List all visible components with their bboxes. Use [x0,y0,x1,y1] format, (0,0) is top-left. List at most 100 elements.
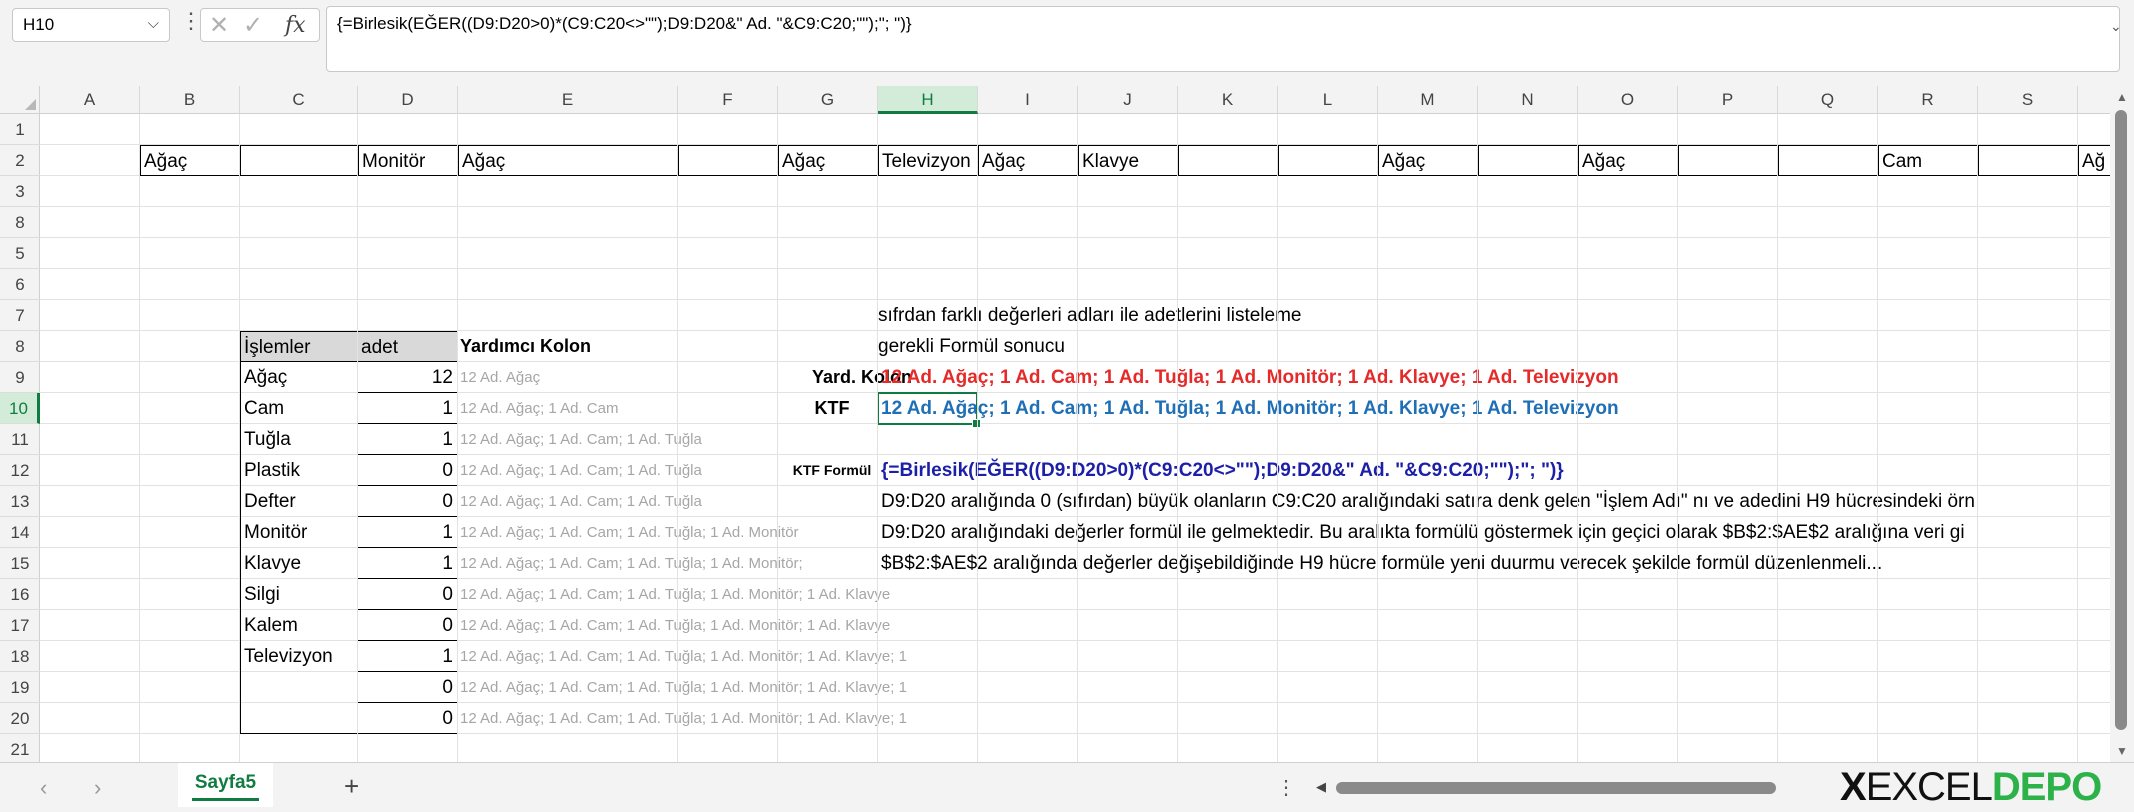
table-cell-count[interactable]: 1 [358,517,458,548]
table-cell-name[interactable]: Ağaç [240,362,358,393]
row-header-14[interactable]: 14 [0,517,40,548]
cell-m2[interactable]: Ağaç [1378,145,1478,176]
column-header-l[interactable]: L [1278,86,1378,114]
row-header-20[interactable]: 20 [0,703,40,734]
table-cell-name[interactable] [240,703,358,734]
row-header-3[interactable]: 3 [0,176,40,207]
vertical-scrollbar[interactable]: ▲ ▼ [2110,86,2134,762]
cell-n2[interactable] [1478,145,1578,176]
column-header-g[interactable]: G [778,86,878,114]
table-cell-count[interactable]: 0 [358,455,458,486]
sheet-tab-sayfa5[interactable]: Sayfa5 [178,763,273,807]
table-cell-name[interactable]: Plastik [240,455,358,486]
cell-b2[interactable]: Ağaç [140,145,240,176]
row-header-15[interactable]: 15 [0,548,40,579]
table-cell-helper[interactable]: 12 Ad. Ağaç; 1 Ad. Cam; 1 Ad. Tuğla; 1 A… [460,579,910,610]
table-cell-count[interactable]: 0 [358,610,458,641]
header-adet[interactable]: adet [358,331,458,362]
column-header-o[interactable]: O [1578,86,1678,114]
column-header-d[interactable]: D [358,86,458,114]
row-header-1[interactable]: 1 [0,114,40,145]
column-header-h[interactable]: H [878,86,978,114]
row-header-8[interactable]: 8 [0,331,40,362]
cancel-icon[interactable]: ✕ [209,11,229,40]
table-cell-helper[interactable]: 12 Ad. Ağaç; 1 Ad. Cam; 1 Ad. Tuğla; 1 A… [460,548,910,579]
table-cell-count[interactable]: 1 [358,641,458,672]
table-cell-count[interactable]: 1 [358,548,458,579]
table-cell-name[interactable]: Tuğla [240,424,358,455]
header-islemler[interactable]: İşlemler [240,331,358,362]
row-header-10[interactable]: 10 [0,393,40,424]
table-cell-helper[interactable]: 12 Ad. Ağaç; 1 Ad. Cam; 1 Ad. Tuğla [460,424,910,455]
column-header-b[interactable]: B [140,86,240,114]
table-cell-name[interactable]: Monitör [240,517,358,548]
name-box[interactable]: H10 ⌵ [12,8,170,42]
next-sheet-icon[interactable]: › [94,775,101,801]
row-header-4[interactable]: 8 [0,207,40,238]
cell-d2[interactable]: Monitör [358,145,458,176]
scroll-up-icon[interactable]: ▲ [2116,90,2128,104]
add-sheet-button[interactable]: + [344,771,359,802]
column-header-n[interactable]: N [1478,86,1578,114]
table-cell-count[interactable]: 0 [358,672,458,703]
cell-h10[interactable]: 12 Ad. Ağaç; 1 Ad. Cam; 1 Ad. Tuğla; 1 A… [881,393,1619,424]
cell-f2[interactable] [678,145,778,176]
prev-sheet-icon[interactable]: ‹ [40,775,47,801]
more-options-icon[interactable]: ⋮ [180,8,202,34]
cell-s2[interactable] [1978,145,2078,176]
column-header-s[interactable]: S [1978,86,2078,114]
cell-j2[interactable]: Klavye [1078,145,1178,176]
vertical-scroll-thumb[interactable] [2115,110,2127,730]
row-header-9[interactable]: 9 [0,362,40,393]
column-header-e[interactable]: E [458,86,678,114]
cell-h14[interactable]: D9:D20 aralığındaki değerler formül ile … [881,517,1965,548]
table-cell-name[interactable]: Silgi [240,579,358,610]
table-cell-name[interactable]: Klavye [240,548,358,579]
table-cell-helper[interactable]: 12 Ad. Ağaç; 1 Ad. Cam; 1 Ad. Tuğla [460,486,910,517]
scroll-down-icon[interactable]: ▼ [2116,744,2128,758]
cell-c2[interactable] [240,145,358,176]
cell-h13[interactable]: D9:D20 aralığında 0 (sıfırdan) büyük ola… [881,486,1975,517]
more-options-icon[interactable]: ⋮ [1276,775,1296,800]
cell-h8[interactable]: gerekli Formül sonucu [878,331,1065,362]
column-header-p[interactable]: P [1678,86,1778,114]
expand-formula-bar-icon[interactable]: ⌄ [2110,18,2122,35]
insert-function-icon[interactable]: fx [285,13,306,38]
table-cell-count[interactable]: 0 [358,579,458,610]
cell-p2[interactable] [1678,145,1778,176]
column-header-q[interactable]: Q [1778,86,1878,114]
table-cell-helper[interactable]: 12 Ad. Ağaç; 1 Ad. Cam; 1 Ad. Tuğla; 1 A… [460,517,910,548]
cell-t2[interactable]: Ağ [2078,145,2110,176]
cell-q2[interactable] [1778,145,1878,176]
row-header-16[interactable]: 16 [0,579,40,610]
table-cell-helper[interactable]: 12 Ad. Ağaç; 1 Ad. Cam; 1 Ad. Tuğla; 1 A… [460,610,910,641]
table-cell-name[interactable]: Defter [240,486,358,517]
cell-h15[interactable]: $B$2:$AE$2 aralığında değerler değişebil… [881,548,1882,579]
horizontal-scroll-thumb[interactable] [1336,782,1776,794]
row-header-17[interactable]: 17 [0,610,40,641]
cell-g12[interactable]: KTF Formül [782,455,882,486]
cell-g10[interactable]: KTF [782,393,882,424]
active-cell-selection[interactable] [877,392,981,428]
table-cell-helper[interactable]: 12 Ad. Ağaç; 1 Ad. Cam; 1 Ad. Tuğla; 1 A… [460,641,910,672]
table-cell-name[interactable]: Televizyon [240,641,358,672]
row-header-5[interactable]: 5 [0,238,40,269]
row-header-6[interactable]: 6 [0,269,40,300]
cell-o2[interactable]: Ağaç [1578,145,1678,176]
chevron-down-icon[interactable]: ⌵ [148,15,159,32]
enter-check-icon[interactable]: ✓ [243,11,263,40]
column-header-r[interactable]: R [1878,86,1978,114]
cell-i2[interactable]: Ağaç [978,145,1078,176]
table-cell-count[interactable]: 12 [358,362,458,393]
row-header-21[interactable]: 21 [0,734,40,765]
row-header-7[interactable]: 7 [0,300,40,331]
row-header-12[interactable]: 12 [0,455,40,486]
row-header-19[interactable]: 19 [0,672,40,703]
cell-grid[interactable]: Ağaç Monitör Ağaç Ağaç Televizyon Ağaç Klavye A… [40,114,2110,762]
row-header-11[interactable]: 11 [0,424,40,455]
row-header-18[interactable]: 18 [0,641,40,672]
scroll-left-icon[interactable]: ◀ [1316,779,1326,795]
column-header-j[interactable]: J [1078,86,1178,114]
column-header-i[interactable]: I [978,86,1078,114]
cell-h9[interactable]: 12 Ad. Ağaç; 1 Ad. Cam; 1 Ad. Tuğla; 1 A… [881,362,1619,393]
